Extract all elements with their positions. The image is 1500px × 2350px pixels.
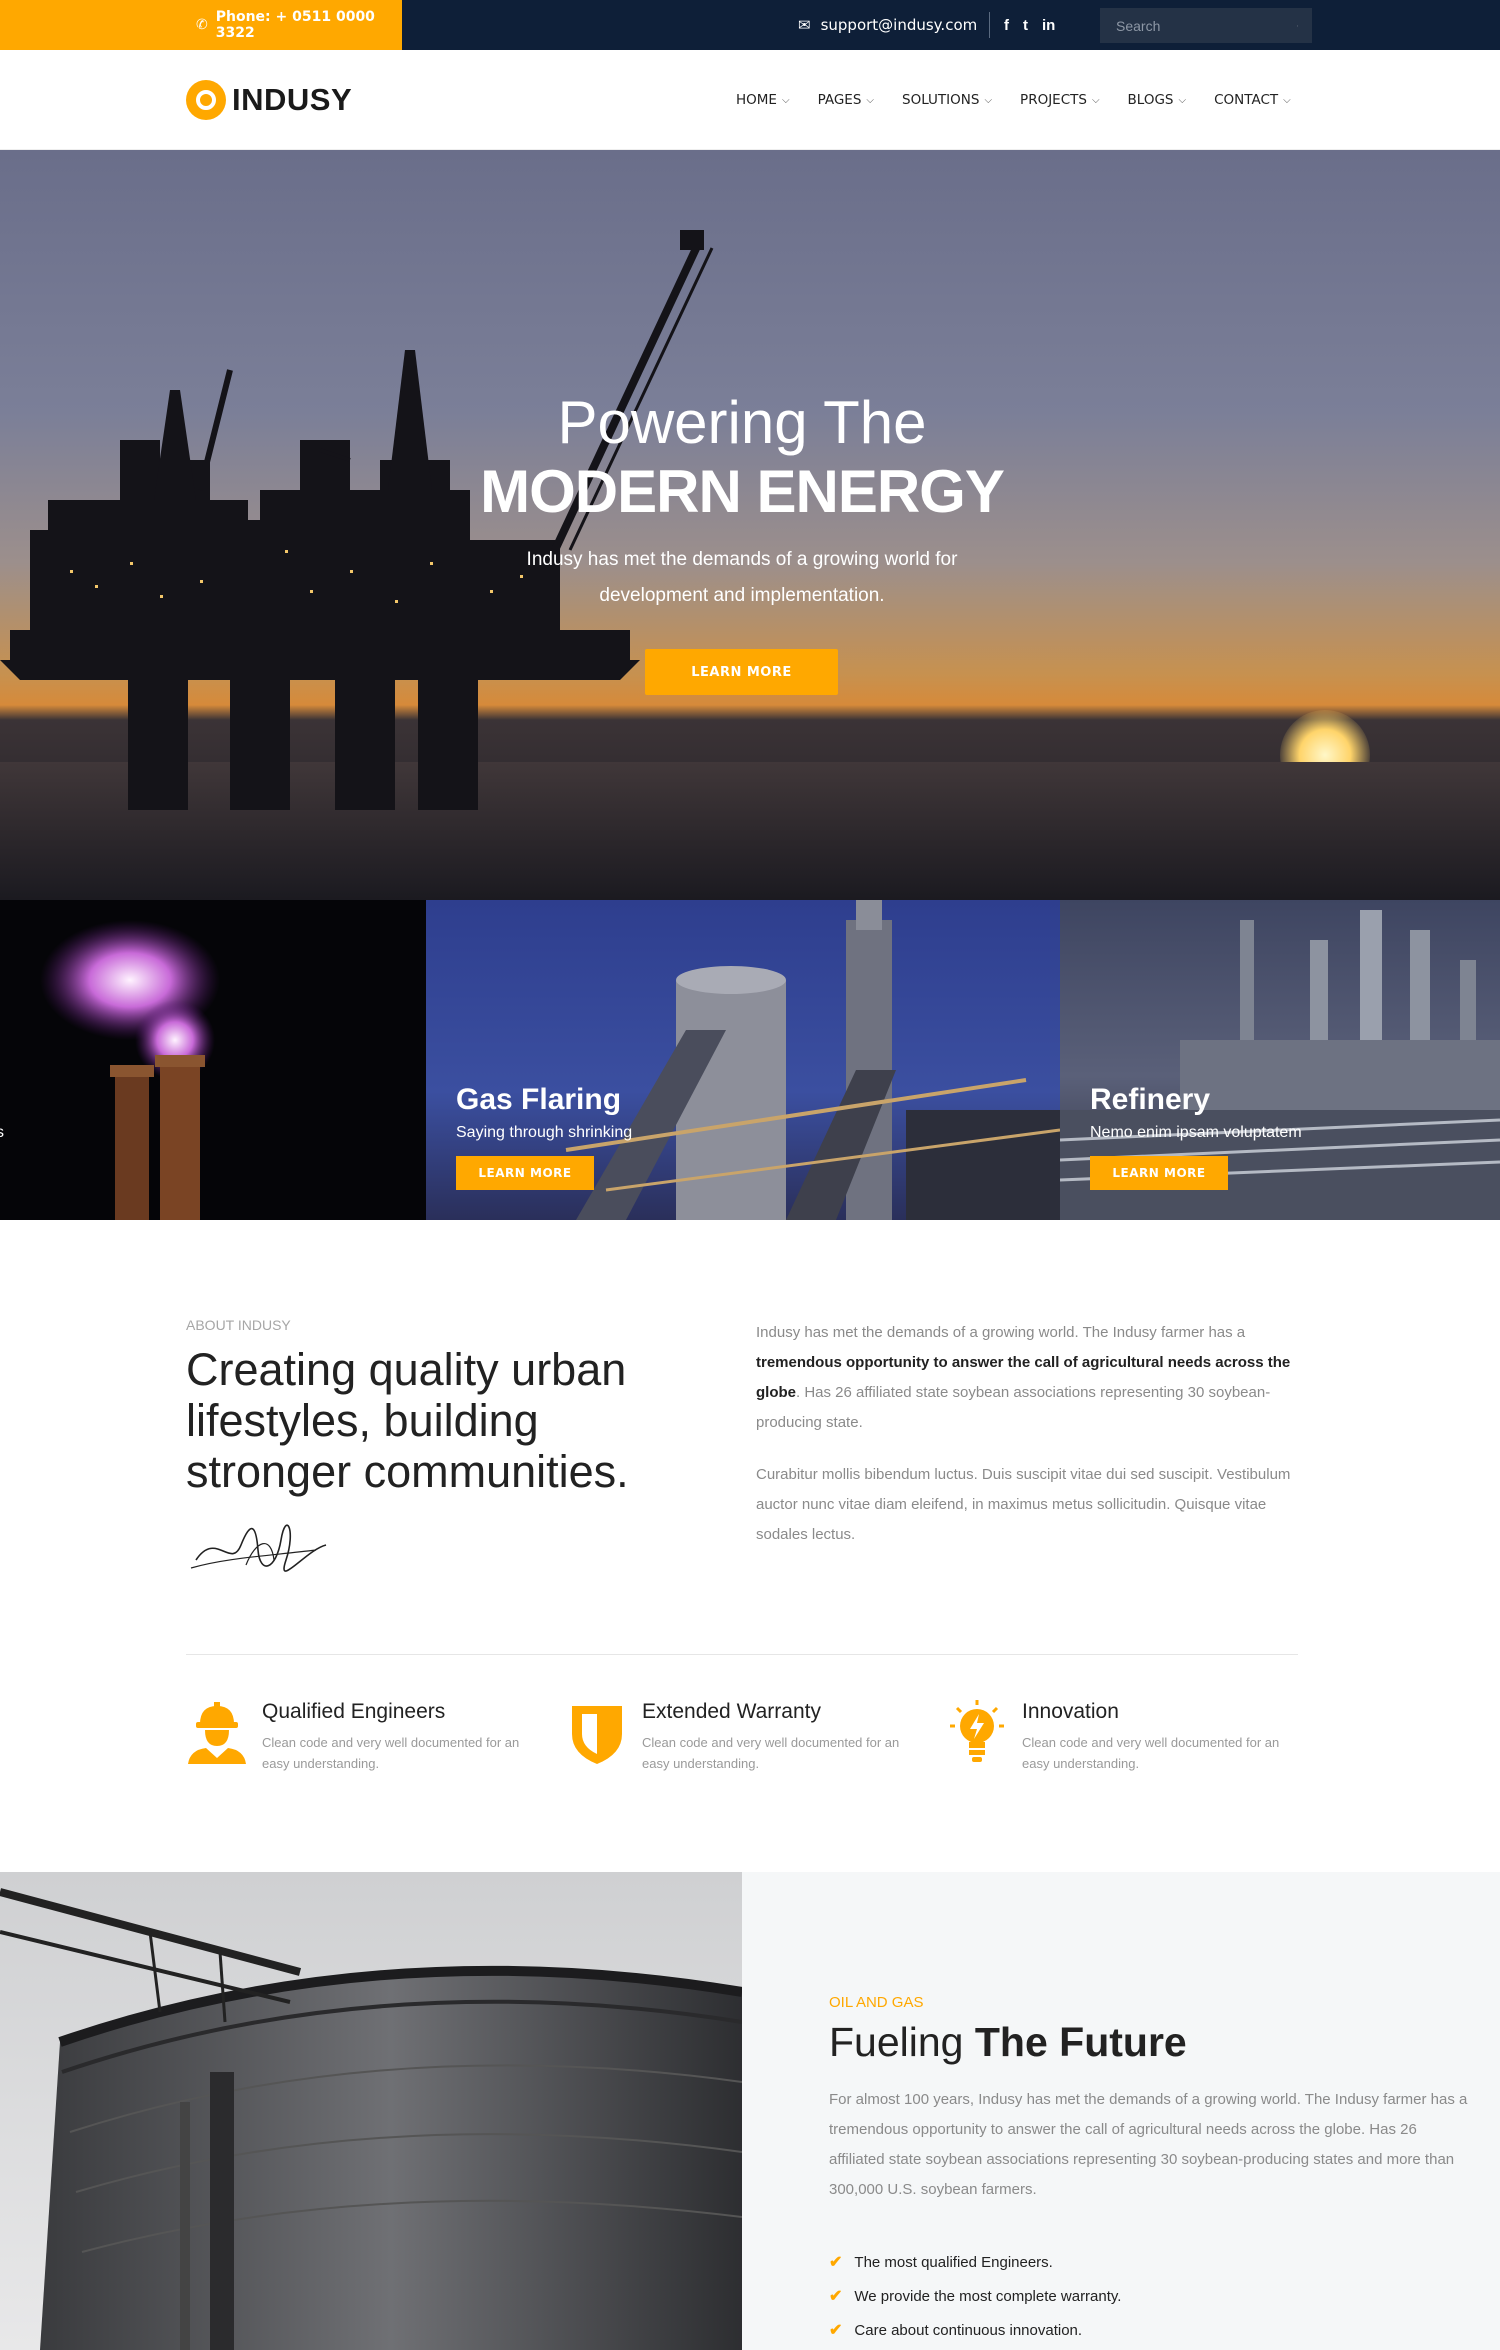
chevron-down-icon: ⌵: [984, 94, 993, 106]
twitter-icon[interactable]: t: [1023, 17, 1028, 34]
service-card-desc: Saying through shrinking: [456, 1124, 633, 1141]
about-p1-text-a: Indusy has met the demands of a growing …: [756, 1324, 1246, 1341]
service-card-desc: Nemo enim ipsam voluptatem: [1090, 1124, 1302, 1141]
nav-projects[interactable]: PROJECTS ⌵: [1020, 92, 1100, 108]
social-links: f t in: [1004, 0, 1055, 50]
nav-solutions[interactable]: SOLUTIONS ⌵: [902, 92, 992, 108]
list-item-text: The most qualified Engineers.: [854, 2253, 1053, 2271]
main-nav: HOME ⌵ PAGES ⌵ SOLUTIONS ⌵ PROJECTS ⌵ BLOGS ⌵…: [736, 50, 1291, 150]
feature-title: Extended Warranty: [642, 1700, 821, 1723]
hero-title-line1: Powering The: [557, 389, 927, 456]
nav-solutions-label: SOLUTIONS: [902, 92, 980, 108]
brand-name: INDUSY: [232, 82, 353, 117]
service-card-gas-flaring[interactable]: Gas Flaring Saying through shrinking LEA…: [426, 900, 1060, 1220]
service-learn-more-button[interactable]: LEARN MORE: [456, 1156, 594, 1190]
feature-title: Innovation: [1022, 1700, 1119, 1723]
service-card-flare[interactable]: s: [0, 900, 426, 1220]
shield-icon: [572, 1706, 622, 1764]
email-contact[interactable]: ✉ support@indusy.com: [798, 0, 977, 50]
check-icon: ✔: [829, 2288, 843, 2305]
hero-learn-more-button[interactable]: LEARN MORE: [645, 649, 838, 695]
about-heading: Creating quality urban lifestyles, build…: [186, 1344, 629, 1497]
hero-subtitle: Indusy has met the demands of a growing …: [526, 549, 958, 606]
envelope-icon: ✉: [798, 16, 811, 34]
fueling-title-bold: The Future: [974, 2019, 1187, 2065]
feature-extended-warranty: Extended Warranty Clean code and very we…: [566, 1700, 916, 1780]
nav-home-label: HOME: [736, 92, 777, 108]
chevron-down-icon: ⌵: [866, 94, 874, 106]
nav-pages-label: PAGES: [817, 92, 862, 108]
service-card-refinery[interactable]: Refinery Nemo enim ipsam voluptatem LEAR…: [1060, 900, 1500, 1220]
storage-tank-image: [0, 1872, 742, 2350]
feature-title: Qualified Engineers: [262, 1700, 446, 1723]
feature-innovation: Innovation Clean code and very well docu…: [946, 1700, 1296, 1780]
service-card-title: Gas Flaring: [456, 1083, 622, 1116]
service-learn-more-button[interactable]: LEARN MORE: [1090, 1156, 1228, 1190]
about-p1-text-b: . Has 26 affiliated state soybean associ…: [756, 1384, 1271, 1431]
fueling-title: Fueling The Future: [829, 2019, 1187, 2066]
list-item: ✔ Care about continuous innovation.: [829, 2313, 1121, 2347]
feature-desc: Clean code and very well documented for …: [1022, 1735, 1280, 1771]
search-input[interactable]: [1116, 17, 1297, 34]
list-item-text: We provide the most complete warranty.: [854, 2287, 1122, 2305]
nav-projects-label: PROJECTS: [1020, 92, 1087, 108]
signature-image: [190, 1524, 327, 1572]
flare-stack-image: [40, 920, 220, 1220]
feature-desc: Clean code and very well documented for …: [642, 1735, 900, 1771]
section-divider: [186, 1654, 1298, 1655]
nav-home[interactable]: HOME ⌵: [736, 92, 790, 108]
phone-icon: ✆: [196, 17, 208, 33]
feature-desc: Clean code and very well documented for …: [262, 1735, 520, 1771]
logo[interactable]: INDUSY: [186, 80, 352, 120]
services-strip: s Gas Flaring Saying through shrinking L…: [0, 900, 1500, 1220]
chevron-down-icon: ⌵: [1178, 94, 1187, 106]
chevron-down-icon: ⌵: [1283, 94, 1291, 106]
email-text: support@indusy.com: [820, 16, 978, 34]
nav-blogs[interactable]: BLOGS ⌵: [1128, 92, 1187, 108]
top-bar-divider: [989, 12, 990, 38]
list-item: ✔ We provide the most complete warranty.: [829, 2279, 1121, 2313]
nav-contact-label: CONTACT: [1214, 92, 1279, 108]
engineer-icon: [188, 1702, 246, 1764]
nav-blogs-label: BLOGS: [1127, 92, 1174, 108]
fueling-kicker: OIL AND GAS: [829, 1994, 924, 2011]
linkedin-icon[interactable]: in: [1042, 17, 1055, 34]
top-bar: ✆ Phone: + 0511 0000 3322 ✉ support@indu…: [0, 0, 1500, 50]
chevron-down-icon: ⌵: [1091, 94, 1100, 106]
fueling-title-light: Fueling: [829, 2019, 975, 2065]
lightbulb-icon: [950, 1700, 1004, 1762]
nav-pages[interactable]: PAGES ⌵: [818, 92, 874, 108]
search-icon[interactable]: [1297, 18, 1298, 34]
fueling-paragraph: For almost 100 years, Indusy has met the…: [829, 2091, 1468, 2198]
list-item: ✔ The most qualified Engineers.: [829, 2245, 1121, 2279]
feature-qualified-engineers: Qualified Engineers Clean code and very …: [186, 1700, 536, 1780]
gear-logo-icon: [186, 80, 226, 120]
facebook-icon[interactable]: f: [1004, 17, 1009, 34]
hero-title-line2: MODERN ENERGY: [480, 458, 1005, 525]
search-box: [1100, 8, 1312, 43]
hero-banner: Powering The MODERN ENERGY Indusy has me…: [0, 150, 1500, 900]
phone-contact[interactable]: ✆ Phone: + 0511 0000 3322: [0, 0, 402, 50]
main-header: INDUSY HOME ⌵ PAGES ⌵ SOLUTIONS ⌵ PROJECTS ⌵…: [0, 50, 1500, 150]
phone-text: Phone: + 0511 0000 3322: [215, 9, 375, 41]
check-icon: ✔: [829, 2322, 843, 2339]
chevron-down-icon: ⌵: [781, 94, 790, 106]
about-kicker: ABOUT INDUSY: [186, 1317, 291, 1333]
service-card-title: Refinery: [1090, 1083, 1211, 1116]
check-icon: ✔: [829, 2254, 843, 2271]
list-item-text: Care about continuous innovation.: [854, 2321, 1083, 2339]
service-card-desc: s: [0, 1124, 4, 1141]
nav-contact[interactable]: CONTACT ⌵: [1214, 92, 1291, 108]
fueling-checklist: ✔ The most qualified Engineers. ✔ We provi…: [829, 2245, 1121, 2347]
about-paragraph-2: Curabitur mollis bibendum luctus. Duis s…: [756, 1466, 1291, 1543]
about-paragraph-1: Indusy has met the demands of a growing …: [756, 1318, 1316, 1438]
